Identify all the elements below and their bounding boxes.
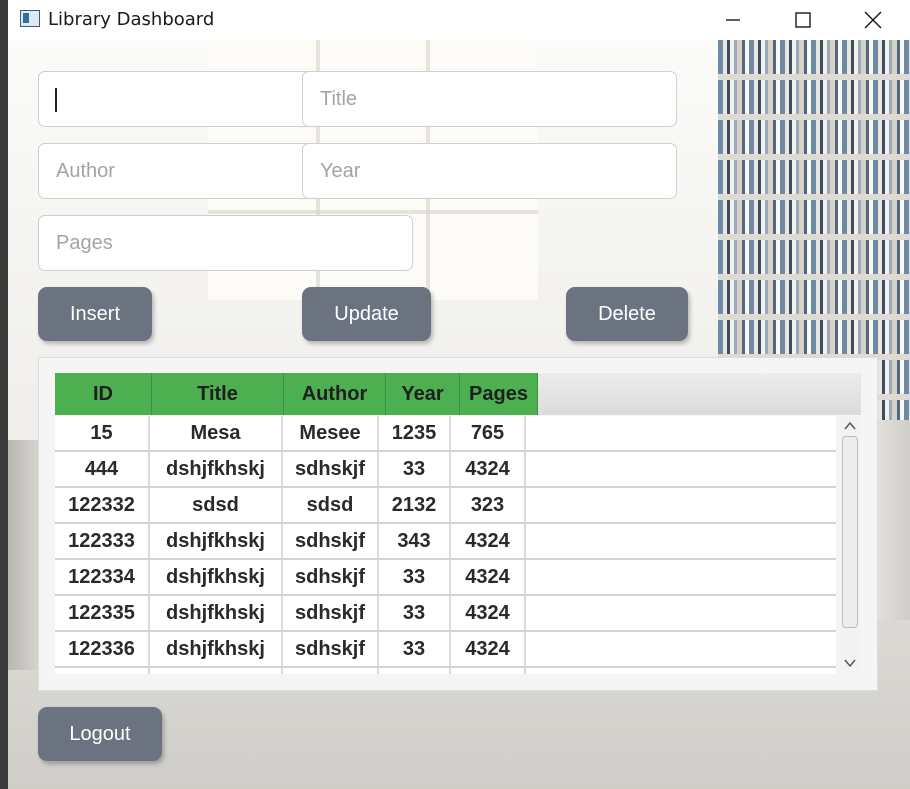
cell-title: Mesa <box>150 416 283 450</box>
table-scrollbar[interactable] <box>839 416 861 674</box>
logout-button[interactable]: Logout <box>38 707 162 761</box>
cell-pages: 4324 <box>451 452 526 486</box>
column-header-pages[interactable]: Pages <box>460 373 538 415</box>
books-table: ID Title Author Year Pages 15 Mesa Mesee… <box>38 357 878 691</box>
insert-button[interactable]: Insert <box>38 287 152 341</box>
cell-author: Mesee <box>283 416 379 450</box>
table-row[interactable]: 122335 dshjfkhskj sdhskjf 33 4324 <box>55 596 836 632</box>
column-header-author[interactable]: Author <box>284 373 386 415</box>
table-row[interactable] <box>55 668 836 674</box>
title-input[interactable] <box>302 71 677 127</box>
cell-pages: 4324 <box>451 560 526 594</box>
text-cursor <box>55 88 57 112</box>
minimize-button[interactable] <box>698 0 768 40</box>
cell-year: 33 <box>379 560 451 594</box>
cell-year: 343 <box>379 524 451 558</box>
cell-pages <box>451 668 526 674</box>
cell-author <box>283 668 379 674</box>
cell-title: dshjfkhskj <box>150 632 283 666</box>
column-header-year[interactable]: Year <box>386 373 460 415</box>
table-row[interactable]: 444 dshjfkhskj sdhskjf 33 4324 <box>55 452 836 488</box>
cell-author: sdhskjf <box>283 524 379 558</box>
column-header-title[interactable]: Title <box>152 373 284 415</box>
cell-year: 2132 <box>379 488 451 522</box>
window-title: Library Dashboard <box>48 9 215 30</box>
cell-pages: 765 <box>451 416 526 450</box>
cell-title: dshjfkhskj <box>150 452 283 486</box>
author-input[interactable] <box>38 143 328 199</box>
cell-year <box>379 668 451 674</box>
app-icon <box>20 10 40 27</box>
cell-year: 1235 <box>379 416 451 450</box>
cell-year: 33 <box>379 596 451 630</box>
table-body: 15 Mesa Mesee 1235 765 444 dshjfkhskj sd… <box>55 416 836 674</box>
cell-id: 122333 <box>55 524 150 558</box>
cell-id: 15 <box>55 416 150 450</box>
cell-year: 33 <box>379 452 451 486</box>
table-row[interactable]: 15 Mesa Mesee 1235 765 <box>55 416 836 452</box>
table-row[interactable]: 122336 dshjfkhskj sdhskjf 33 4324 <box>55 632 836 668</box>
cell-id: 444 <box>55 452 150 486</box>
cell-pages: 4324 <box>451 524 526 558</box>
table-row[interactable]: 122334 dshjfkhskj sdhskjf 33 4324 <box>55 560 836 596</box>
maximize-icon <box>795 12 811 28</box>
table-header: ID Title Author Year Pages <box>55 373 861 415</box>
cell-author: sdhskjf <box>283 632 379 666</box>
cell-id: 122332 <box>55 488 150 522</box>
cell-id: 122335 <box>55 596 150 630</box>
year-input[interactable] <box>302 143 677 199</box>
cell-id: 122336 <box>55 632 150 666</box>
scroll-thumb[interactable] <box>842 436 858 628</box>
title-bar: Library Dashboard <box>8 0 910 40</box>
id-input[interactable] <box>38 71 328 127</box>
table-row[interactable]: 122333 dshjfkhskj sdhskjf 343 4324 <box>55 524 836 560</box>
cell-author: sdhskjf <box>283 596 379 630</box>
cell-title: dshjfkhskj <box>150 596 283 630</box>
close-button[interactable] <box>838 0 908 40</box>
cell-author: sdhskjf <box>283 452 379 486</box>
cell-author: sdhskjf <box>283 560 379 594</box>
cell-title: dshjfkhskj <box>150 560 283 594</box>
chevron-down-icon[interactable] <box>843 656 857 670</box>
maximize-button[interactable] <box>768 0 838 40</box>
cell-author: sdsd <box>283 488 379 522</box>
minimize-icon <box>726 19 740 21</box>
delete-button[interactable]: Delete <box>566 287 688 341</box>
column-header-id[interactable]: ID <box>55 373 152 415</box>
cell-title: sdsd <box>150 488 283 522</box>
close-icon <box>864 11 882 29</box>
app-window: Library Dashboard Insert Update Delete I… <box>8 0 910 789</box>
cell-year: 33 <box>379 632 451 666</box>
pages-input[interactable] <box>38 215 413 271</box>
chevron-up-icon[interactable] <box>843 419 857 433</box>
update-button[interactable]: Update <box>302 287 431 341</box>
cell-pages: 323 <box>451 488 526 522</box>
cell-pages: 4324 <box>451 632 526 666</box>
cell-id <box>55 668 150 674</box>
desktop-edge <box>0 0 8 789</box>
cell-title <box>150 668 283 674</box>
table-row[interactable]: 122332 sdsd sdsd 2132 323 <box>55 488 836 524</box>
cell-id: 122334 <box>55 560 150 594</box>
cell-title: dshjfkhskj <box>150 524 283 558</box>
cell-pages: 4324 <box>451 596 526 630</box>
